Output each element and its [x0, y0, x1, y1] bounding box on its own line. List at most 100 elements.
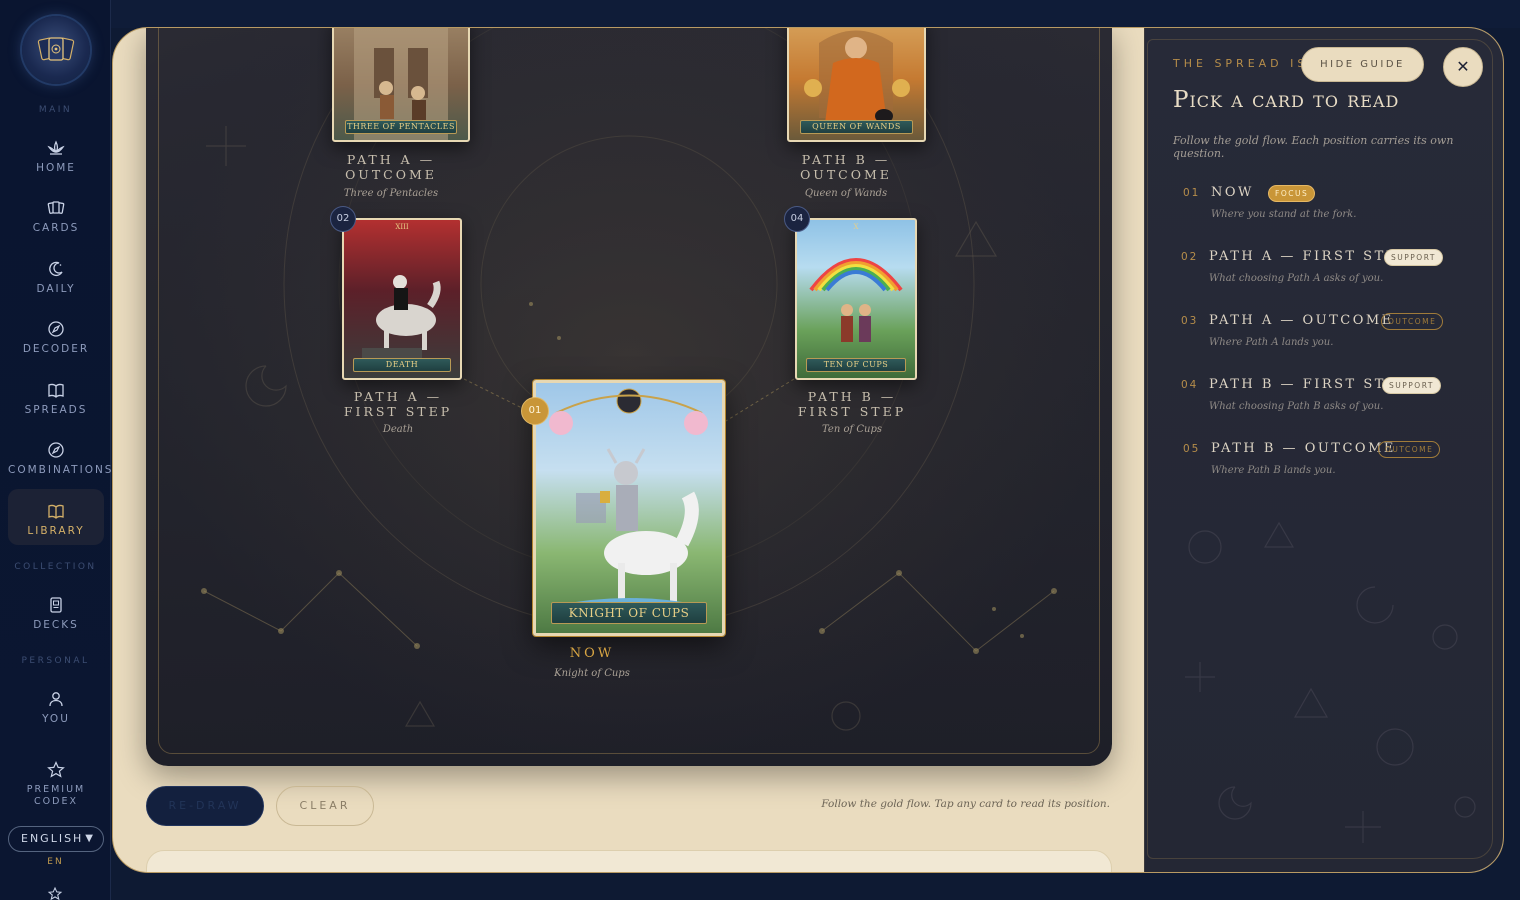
reading-panel: THREE OF PENTACLES PATH A — OUTCOME Thre…: [112, 27, 1504, 873]
sidebar-item-label: SPREADS: [24, 404, 88, 416]
hide-guide-button[interactable]: HIDE GUIDE: [1301, 47, 1424, 82]
deck-icon: [50, 597, 62, 613]
card-title-banner: THREE OF PENTACLES: [344, 120, 458, 134]
sidebar-item-combinations[interactable]: COMBINATIONS: [8, 432, 114, 488]
ten-of-cups-artwork: [809, 258, 903, 342]
star-icon[interactable]: [47, 886, 63, 900]
sidebar-item-label: DECODER: [22, 343, 90, 355]
guide-item-description: Where Path A lands you.: [1209, 337, 1334, 348]
moon-icon: [49, 261, 63, 276]
support-badge: SUPPORT: [1384, 249, 1443, 266]
card-title-banner: DEATH: [353, 358, 451, 372]
card-name-knight-of-cups: Knight of Cups: [554, 668, 630, 679]
section-collection-label: COLLECTION: [14, 562, 97, 572]
sidebar-item-label: DECKS: [33, 619, 79, 631]
page-backdrop: [111, 0, 1520, 28]
star-icon: [47, 761, 65, 778]
book-icon: [48, 383, 64, 398]
sidebar-item-label: CARDS: [32, 222, 80, 234]
clear-button[interactable]: CLEAR: [276, 786, 374, 826]
card-title-banner: KNIGHT OF CUPS: [550, 602, 708, 624]
guide-item-name: NOW: [1211, 185, 1254, 200]
spread-guide-panel: THE SPREAD IS HIDE GUIDE ✕ Pick a card t…: [1144, 28, 1503, 872]
redraw-button[interactable]: RE-DRAW: [146, 786, 264, 826]
tarot-card-death[interactable]: XIII DEATH: [342, 218, 462, 380]
sidebar-item-label: LIBRARY: [27, 525, 85, 537]
sidebar: MAIN HOME CARDS DAILY DECODER SPREADS CO…: [0, 0, 111, 900]
position-number-badge: 02: [330, 206, 356, 232]
lotus-icon: [47, 140, 65, 155]
card-title-banner: TEN OF CUPS: [806, 358, 906, 372]
sidebar-item-premium-codex[interactable]: PREMIUM CODEX: [8, 752, 104, 812]
tarot-logo-icon: [37, 37, 75, 61]
focus-badge: FOCUS: [1268, 185, 1316, 202]
sidebar-item-library[interactable]: LIBRARY: [8, 489, 104, 545]
card-name-death: Death: [382, 424, 414, 435]
sidebar-item-label: PREMIUM CODEX: [26, 784, 86, 807]
close-icon: ✕: [1456, 57, 1470, 76]
guide-item-name: PATH A — OUTCOME: [1209, 313, 1394, 328]
guide-item-index: 01: [1183, 187, 1201, 199]
guide-item-name: PATH B — OUTCOME: [1211, 441, 1396, 456]
support-badge: SUPPORT: [1382, 377, 1441, 394]
sidebar-item-label: HOME: [36, 162, 76, 174]
guide-item-index: 05: [1183, 443, 1201, 455]
sidebar-item-label: DAILY: [36, 283, 76, 295]
spread-stage: THREE OF PENTACLES PATH A — OUTCOME Thre…: [146, 28, 1112, 766]
sidebar-item-decoder[interactable]: DECODER: [8, 311, 104, 367]
guide-item-index: 02: [1181, 251, 1199, 263]
guide-item-description: What choosing Path B asks of you.: [1209, 401, 1384, 412]
cards-icon: [47, 201, 65, 214]
guide-eyebrow: THE SPREAD IS: [1173, 57, 1309, 70]
position-label-path-a-first-step: PATH A — FIRST STEP: [343, 389, 453, 419]
compass-icon: [48, 321, 64, 337]
position-number-badge: 04: [784, 206, 810, 232]
outcome-badge: OUTCOME: [1378, 441, 1441, 458]
guide-item-name: PATH A — FIRST STEP: [1209, 249, 1409, 264]
guide-item-name: PATH B — FIRST STEP: [1209, 377, 1410, 392]
tarot-card-queen-of-wands[interactable]: QUEEN OF WANDS: [787, 28, 926, 142]
sidebar-item-home[interactable]: HOME: [8, 130, 104, 186]
position-label-path-a-outcome: PATH A — OUTCOME: [345, 152, 437, 182]
guide-item-description: Where you stand at the fork.: [1211, 209, 1357, 220]
card-title-banner: QUEEN OF WANDS: [799, 120, 914, 134]
guide-item-description: Where Path B lands you.: [1211, 465, 1336, 476]
position-label-now: NOW: [569, 646, 615, 661]
death-artwork: [362, 275, 441, 358]
outcome-badge: OUTCOME: [1381, 313, 1444, 330]
guide-title: Pick a card to read: [1173, 87, 1400, 113]
app-logo[interactable]: [22, 16, 90, 84]
tarot-card-ten-of-cups[interactable]: X TEN OF CUPS: [795, 218, 917, 380]
position-label-path-b-first-step: PATH B — FIRST STEP: [797, 389, 907, 419]
sidebar-item-spreads[interactable]: SPREADS: [8, 372, 104, 428]
sidebar-item-decks[interactable]: DECKS: [8, 587, 104, 643]
position-label-path-b-outcome: PATH B — OUTCOME: [800, 152, 892, 182]
tarot-card-three-of-pentacles[interactable]: THREE OF PENTACLES: [332, 28, 470, 142]
guide-item-index: 03: [1181, 315, 1199, 327]
close-button[interactable]: ✕: [1443, 47, 1483, 87]
tarot-card-knight-of-cups[interactable]: KNIGHT OF CUPS: [533, 380, 725, 636]
sidebar-item-label: COMBINATIONS: [8, 464, 114, 476]
position-number-badge: 01: [521, 397, 549, 425]
language-select[interactable]: ENGLISH ▼: [8, 826, 104, 852]
flow-hint-text: Follow the gold flow. Tap any card to re…: [821, 798, 1110, 810]
guide-item-index: 04: [1181, 379, 1199, 391]
book-icon: [48, 504, 64, 519]
sidebar-item-you[interactable]: YOU: [8, 681, 104, 737]
compass-icon: [48, 442, 64, 458]
card-name-queen-of-wands: Queen of Wands: [804, 188, 888, 199]
user-icon: [49, 692, 63, 707]
guide-item-description: What choosing Path A asks of you.: [1209, 273, 1384, 284]
section-personal-label: PERSONAL: [21, 656, 90, 666]
language-selected-value: ENGLISH: [21, 832, 84, 845]
card-name-ten-of-cups: Ten of Cups: [822, 424, 882, 435]
card-name-three-of-pentacles: Three of Pentacles: [343, 188, 439, 199]
knight-of-cups-artwork: [549, 388, 708, 611]
sidebar-item-cards[interactable]: CARDS: [8, 190, 104, 246]
language-code: EN: [47, 857, 64, 867]
sidebar-item-daily[interactable]: DAILY: [8, 251, 104, 307]
chevron-down-icon: ▼: [85, 833, 95, 844]
guide-subtitle: Follow the gold flow. Each position carr…: [1173, 134, 1454, 160]
section-main-label: MAIN: [38, 105, 73, 115]
reading-details-card: [146, 850, 1112, 872]
